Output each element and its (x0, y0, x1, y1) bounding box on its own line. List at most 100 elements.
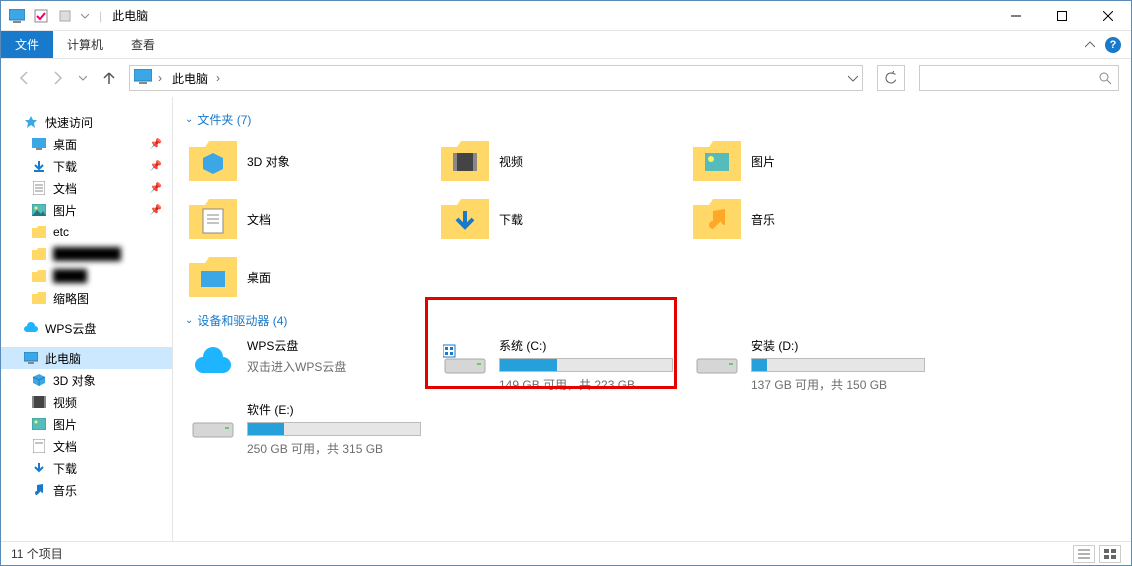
sidebar-desktop[interactable]: 桌面 📌 (1, 133, 172, 155)
folder-icon (189, 253, 237, 301)
qat-separator: | (95, 9, 106, 23)
disk-icon (441, 337, 489, 385)
view-details-button[interactable] (1073, 545, 1095, 563)
view-large-button[interactable] (1099, 545, 1121, 563)
sidebar-videos[interactable]: 视频 (1, 391, 172, 413)
breadcrumb-root-arrow[interactable]: › (158, 71, 162, 85)
disk-icon (693, 337, 741, 385)
cloud-icon (23, 320, 39, 336)
drive-e[interactable]: 软件 (E:) 250 GB 可用，共 315 GB (185, 397, 437, 461)
breadcrumb: 此电脑 › (168, 68, 220, 89)
explorer-window: | 此电脑 文件 计算机 查看 ? › 此电脑 › (0, 0, 1132, 566)
drive-bar (499, 358, 673, 372)
sidebar-item-blurred[interactable]: ████████ (1, 243, 172, 265)
navbar: › 此电脑 › (1, 59, 1131, 97)
folder-music[interactable]: 音乐 (689, 190, 941, 248)
folder-icon (189, 195, 237, 243)
window-title: 此电脑 (106, 7, 148, 24)
search-box[interactable] (919, 65, 1119, 91)
status-text: 11 个项目 (11, 545, 63, 562)
video-icon (31, 394, 47, 410)
drive-wps[interactable]: WPS云盘 双击进入WPS云盘 (185, 333, 437, 397)
help-icon[interactable]: ? (1105, 37, 1121, 53)
sidebar-etc[interactable]: etc (1, 221, 172, 243)
folder-icon (693, 137, 741, 185)
chevron-down-icon: ⌄ (185, 114, 193, 125)
sidebar-thumbnails[interactable]: 缩略图 (1, 287, 172, 309)
drive-c[interactable]: 系统 (C:) 149 GB 可用，共 223 GB (437, 333, 689, 397)
folder-grid: 3D 对象 视频 图片 文档 下载 (185, 132, 1119, 306)
sidebar-pictures2[interactable]: 图片 (1, 413, 172, 435)
folder-icon (441, 137, 489, 185)
desktop-icon (31, 136, 47, 152)
cloud-icon (189, 337, 237, 385)
breadcrumb-arrow[interactable]: › (216, 71, 220, 85)
pictures-icon (31, 416, 47, 432)
sidebar-wps[interactable]: WPS云盘 (1, 317, 172, 339)
folder-documents[interactable]: 文档 (185, 190, 437, 248)
folder-pictures[interactable]: 图片 (689, 132, 941, 190)
drive-d[interactable]: 安装 (D:) 137 GB 可用，共 150 GB (689, 333, 941, 397)
folder-icon (31, 290, 47, 306)
tab-view[interactable]: 查看 (117, 31, 169, 58)
qat-app-icon[interactable] (55, 6, 75, 26)
sidebar-quick-access[interactable]: 快速访问 (1, 111, 172, 133)
address-dropdown-icon[interactable] (848, 73, 858, 83)
pc-icon (23, 350, 39, 366)
titlebar: | 此电脑 (1, 1, 1131, 31)
qat: | (1, 6, 106, 26)
ribbon: 文件 计算机 查看 ? (1, 31, 1131, 59)
close-button[interactable] (1085, 1, 1131, 31)
sidebar-documents[interactable]: 文档 📌 (1, 177, 172, 199)
section-drives[interactable]: ⌄ 设备和驱动器 (4) (185, 312, 1119, 329)
folder-icon (31, 224, 47, 240)
app-icon (7, 6, 27, 26)
address-bar[interactable]: › 此电脑 › (129, 65, 863, 91)
qat-checkbox-icon[interactable] (31, 6, 51, 26)
drive-bar-fill (752, 359, 767, 371)
sidebar-documents2[interactable]: 文档 (1, 435, 172, 457)
nav-back-button[interactable] (13, 66, 37, 90)
folder-videos[interactable]: 视频 (437, 132, 689, 190)
statusbar: 11 个项目 (1, 541, 1131, 565)
folder-icon (189, 137, 237, 185)
sidebar-pictures[interactable]: 图片 📌 (1, 199, 172, 221)
content-pane: ⌄ 文件夹 (7) 3D 对象 视频 图片 文档 (173, 97, 1131, 541)
sidebar-this-pc[interactable]: 此电脑 (1, 347, 172, 369)
pin-icon: 📌 (150, 183, 162, 194)
refresh-button[interactable] (877, 65, 905, 91)
nav-forward-button[interactable] (45, 66, 69, 90)
tab-file[interactable]: 文件 (1, 31, 53, 58)
address-icon (134, 69, 152, 87)
qat-dropdown-icon[interactable] (79, 6, 91, 26)
ribbon-collapse-icon[interactable] (1085, 40, 1095, 50)
download-icon (31, 460, 47, 476)
section-folders[interactable]: ⌄ 文件夹 (7) (185, 111, 1119, 128)
pin-icon: 📌 (150, 205, 162, 216)
folder-icon (693, 195, 741, 243)
search-input[interactable] (926, 71, 1098, 85)
sidebar-downloads2[interactable]: 下载 (1, 457, 172, 479)
minimize-button[interactable] (993, 1, 1039, 31)
chevron-down-icon: ⌄ (185, 315, 193, 326)
body: 快速访问 桌面 📌 下载 📌 文档 📌 (1, 97, 1131, 541)
nav-up-button[interactable] (97, 66, 121, 90)
sidebar-item-blurred[interactable]: ████ (1, 265, 172, 287)
sidebar-music[interactable]: 音乐 (1, 479, 172, 501)
tab-computer[interactable]: 计算机 (53, 31, 117, 58)
document-icon (31, 180, 47, 196)
cube-icon (31, 372, 47, 388)
maximize-button[interactable] (1039, 1, 1085, 31)
pin-icon: 📌 (150, 161, 162, 172)
sidebar-downloads[interactable]: 下载 📌 (1, 155, 172, 177)
drive-bar-fill (248, 423, 284, 435)
nav-recent-dropdown[interactable] (77, 66, 89, 90)
sidebar-3d-objects[interactable]: 3D 对象 (1, 369, 172, 391)
drive-bar-fill (500, 359, 557, 371)
folder-icon (441, 195, 489, 243)
folder-icon (31, 246, 47, 262)
folder-3d-objects[interactable]: 3D 对象 (185, 132, 437, 190)
breadcrumb-item[interactable]: 此电脑 (168, 68, 212, 89)
folder-downloads[interactable]: 下载 (437, 190, 689, 248)
folder-desktop[interactable]: 桌面 (185, 248, 437, 306)
